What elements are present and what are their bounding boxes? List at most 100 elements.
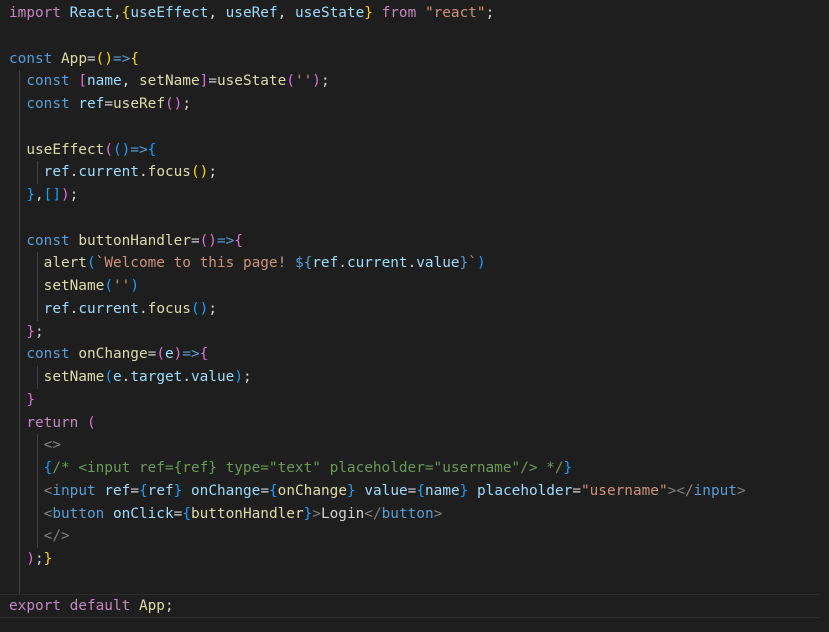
code-line[interactable]: </> — [9, 525, 820, 548]
code-token: useEffect — [26, 141, 105, 158]
code-line[interactable]: <> — [9, 434, 820, 457]
code-line[interactable]: const buttonHandler=()=>{ — [9, 229, 820, 253]
code-token: ref — [43, 300, 70, 317]
code-token: focus — [147, 300, 191, 317]
code-line[interactable]: setName('') — [9, 275, 820, 298]
indent-guide — [37, 161, 38, 184]
code-token: setName — [138, 73, 200, 90]
code-token: ( — [156, 346, 165, 363]
code-token: ; — [320, 73, 330, 90]
code-editor[interactable]: import React, {useEffect, useRef, useStat… — [0, 0, 829, 632]
code-line[interactable]: ​ — [9, 206, 820, 230]
code-token: '' — [112, 278, 131, 294]
indent-guide — [37, 297, 38, 321]
code-line[interactable]: ​ — [9, 25, 820, 48]
code-lines[interactable]: import React, {useEffect, useRef, useStat… — [0, 2, 820, 618]
code-token: ( — [286, 73, 295, 90]
indent-guide — [37, 434, 38, 457]
code-token: React — [69, 5, 113, 21]
indent-guide — [19, 457, 20, 480]
code-line[interactable]: const [name, setName]=useState(''); — [9, 70, 820, 93]
code-token: , — [112, 5, 122, 21]
code-line[interactable]: },[]); — [9, 184, 820, 207]
code-line[interactable]: ref.current.focus(); — [9, 297, 820, 321]
code-token: e — [112, 369, 122, 385]
code-line[interactable]: {/* <input ref={ref} type="text" placeho… — [9, 457, 820, 480]
code-token: ; — [485, 5, 495, 21]
code-line[interactable]: ​ — [9, 570, 820, 594]
code-token: ; — [182, 96, 191, 112]
code-line[interactable]: ref.current.focus(); — [9, 161, 820, 184]
code-token: default — [69, 597, 131, 614]
indent-guide — [19, 320, 20, 344]
code-token: onClick — [112, 505, 174, 522]
indent-guide — [19, 138, 20, 162]
code-token: => — [216, 232, 235, 249]
code-line[interactable]: export default App; — [0, 593, 820, 618]
code-line[interactable]: }; — [9, 320, 820, 344]
indent-guide — [19, 275, 20, 298]
code-token: placeholder — [477, 482, 573, 499]
code-line[interactable]: const App=()=>{ — [9, 48, 820, 71]
code-token: ) — [476, 255, 486, 272]
code-line[interactable]: return ( — [9, 411, 820, 435]
code-line[interactable]: const onChange=(e)=>{ — [9, 343, 820, 366]
code-token: App — [61, 50, 87, 67]
code-token: () — [164, 96, 183, 112]
code-token: ; — [208, 164, 217, 181]
code-line[interactable]: alert(`Welcome to this page! ${ref.curre… — [9, 252, 820, 275]
code-token: const — [26, 232, 70, 249]
code-token: => — [113, 50, 131, 67]
code-token: ; — [35, 323, 44, 340]
code-line[interactable]: ​ — [9, 115, 820, 139]
code-line[interactable]: } — [9, 388, 820, 412]
code-token: ; — [208, 300, 217, 317]
code-token: target — [130, 369, 183, 385]
code-token: input — [693, 482, 737, 499]
code-token: , — [208, 5, 226, 21]
code-token: </> — [43, 528, 70, 545]
indent-guide — [19, 206, 20, 230]
indent-guide — [37, 502, 38, 526]
code-token: current — [78, 164, 139, 181]
code-line[interactable]: <button onClick={buttonHandler}>Login</b… — [9, 502, 820, 526]
code-token: ; — [164, 597, 174, 614]
code-token: "react" — [424, 5, 486, 21]
code-line[interactable]: );} — [9, 548, 820, 571]
code-token: ref — [78, 96, 105, 112]
code-token: } — [26, 187, 35, 203]
code-token: > — [312, 505, 321, 522]
code-line[interactable]: <input ref={ref} onChange={onChange} val… — [9, 479, 820, 503]
code-token: { — [199, 346, 209, 363]
code-token: '' — [294, 73, 313, 90]
code-token: alert — [43, 255, 87, 272]
code-token: setName — [43, 369, 105, 385]
code-token: = — [130, 482, 139, 499]
indent-guide — [19, 434, 20, 457]
code-token: ></ — [667, 482, 694, 499]
code-line[interactable]: const ref=useRef(); — [9, 93, 820, 116]
indent-guide — [19, 502, 20, 526]
code-line[interactable]: import React,{useEffect, useRef, useStat… — [9, 2, 820, 25]
code-token: . — [407, 255, 417, 272]
code-token: ref — [312, 255, 339, 272]
code-token: focus — [147, 164, 191, 181]
code-line[interactable]: setName(e.target.value); — [9, 366, 820, 389]
code-token: } — [364, 5, 373, 21]
code-token: () — [190, 164, 209, 181]
code-token: [] — [43, 187, 61, 203]
indent-guide — [19, 229, 20, 253]
code-line[interactable]: useEffect(()=>{ — [9, 138, 820, 162]
code-token: { — [147, 141, 157, 158]
code-token: useState — [294, 5, 365, 21]
